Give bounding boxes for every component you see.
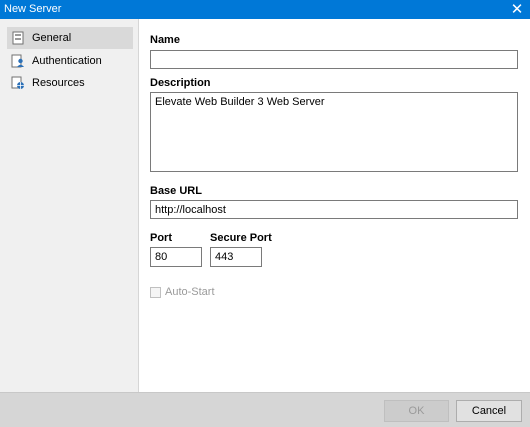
- secure-port-label: Secure Port: [210, 232, 272, 244]
- name-field[interactable]: [150, 50, 518, 69]
- sidebar-item-authentication[interactable]: Authentication: [7, 50, 133, 72]
- close-icon[interactable]: ✕: [504, 0, 530, 19]
- port-field[interactable]: [150, 247, 202, 267]
- base-url-label: Base URL: [150, 185, 202, 197]
- description-label: Description: [150, 77, 211, 89]
- window-title: New Server: [4, 3, 62, 15]
- cancel-button[interactable]: Cancel: [456, 400, 522, 422]
- sidebar-item-general[interactable]: General: [7, 27, 133, 49]
- name-label: Name: [150, 34, 180, 46]
- sidebar-item-resources[interactable]: Resources: [7, 72, 133, 94]
- sidebar-item-label: Authentication: [32, 55, 102, 67]
- secure-port-field[interactable]: [210, 247, 262, 267]
- sidebar-item-label: General: [32, 32, 72, 44]
- dialog-footer: OK Cancel: [0, 392, 530, 427]
- port-label: Port: [150, 232, 172, 244]
- auto-start-checkbox[interactable]: Auto-Start: [150, 286, 215, 298]
- resources-icon: [11, 76, 25, 90]
- sidebar-item-label: Resources: [32, 77, 85, 89]
- checkbox-box[interactable]: [150, 286, 161, 298]
- sidebar: General Authentication Resources: [0, 19, 139, 392]
- base-url-field[interactable]: [150, 200, 518, 219]
- user-icon: [11, 54, 25, 68]
- auto-start-label: Auto-Start: [165, 286, 215, 298]
- title-bar: New Server ✕: [0, 0, 530, 19]
- ok-button[interactable]: OK: [384, 400, 449, 422]
- page-icon: [11, 31, 25, 45]
- description-field[interactable]: Elevate Web Builder 3 Web Server: [150, 92, 518, 172]
- general-panel: Name Description Elevate Web Builder 3 W…: [140, 19, 530, 392]
